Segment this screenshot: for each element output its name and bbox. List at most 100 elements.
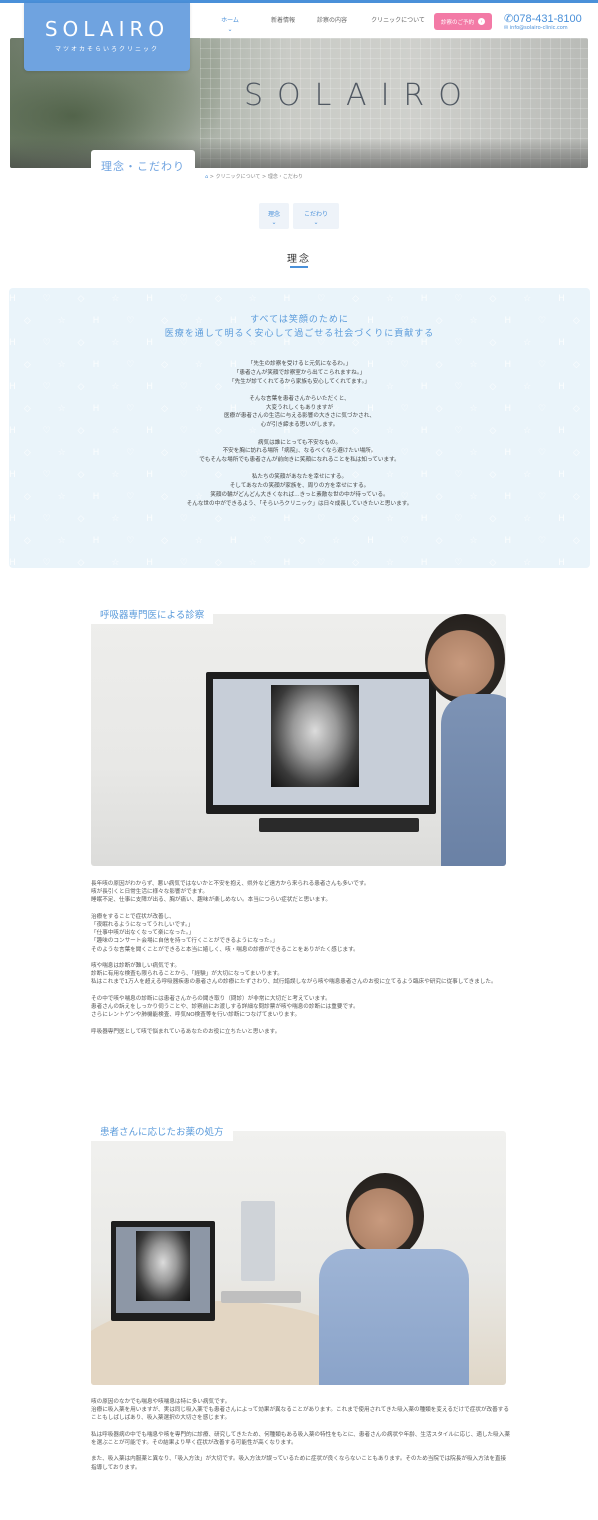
chevron-down-icon: ⌄ [271,219,277,226]
site-logo[interactable]: SOLAIRO マツオカそらいろクリニック [24,3,190,71]
hero-window-lettering: SOLAIRO [244,78,476,113]
text-line: そんな言葉を患者さんからいただくと、 [249,395,350,402]
text-line: 診断に有用な検査も限られることから、「経験」が大切になってまいります。 [91,971,283,978]
nav-item-about[interactable]: クリニックについて [366,15,430,33]
phone-icon: ✆ [504,13,514,25]
keyboard [259,818,419,832]
text-line: 大変うれしくもありますが [265,404,334,411]
doctor-head [425,614,505,704]
reserve-label: 診察のご予約 [440,19,474,26]
philosophy-heading-line: 医療を通して明るく安心して過ごせる社会づくりに貢献する [164,329,435,339]
main-nav: ホーム ⌄ 新着情報 診察の内容 クリニックについて [216,15,430,33]
text-line: 咳が長引くと日常生活に様々な影響がでます。 [91,889,208,896]
logo-subtitle: マツオカそらいろクリニック [54,46,159,53]
tab-label: 理念 [267,211,280,218]
text-line: 呼吸器専門医として咳で悩まれているあなたのお役に立ちたいと思います。 [91,1028,281,1035]
text-line: 医療が患者さんの生活に与える影響の大きさに気づかされ、 [224,413,375,420]
pc-tower [241,1201,275,1281]
text-line: 不安を胸に訪れる場所「病院」、なるべくなら避けたい場所。 [222,448,377,455]
text-line: 治療に吸入薬を用いますが、実は同じ吸入薬でも患者さんによって効果が異なることがあ… [91,1407,509,1422]
doctor-body [441,694,506,866]
breadcrumb-sep: > [262,174,267,180]
logo-text: SOLAIRO [44,17,170,41]
section-underline [290,266,308,268]
text-line: 心が引き締まる思いがします。 [260,422,339,429]
email-text: info@solairo-clinic.com [509,25,568,31]
feature1-text: 長年咳の原因がわからず、悪い病気ではないかと不安を抱え、県外など遠方から来られる… [91,880,511,1044]
paragraph: 呼吸器専門医として咳で悩まれているあなたのお役に立ちたいと思います。 [91,1028,511,1036]
text-line: 私はこれまで1万人を超える呼吸器疾患の患者さんの診療にたずさわり、試行錯誤しなが… [91,979,497,986]
phone-text: 078-431-8100 [513,13,582,25]
text-line: そのような言葉を聞くことができると本当に嬉しく、咳・喘息の診療ができることをあり… [91,946,359,953]
monitor-screen [213,679,429,805]
section-title: 理念 [287,254,311,265]
nav-item-services[interactable]: 診察の内容 [312,15,352,33]
nav-item-home[interactable]: ホーム ⌄ [216,15,244,33]
chevron-down-icon: ⌄ [227,26,233,33]
breadcrumb-sep: > [209,174,214,180]
text-line: 「患者さんが笑顔で診察室から出てこられますね。」 [233,369,366,376]
text-line: 「先生が診てくれてるから家族も安心してくれてます。」 [229,378,370,385]
philosophy-heading-line: すべては笑顔のために [250,315,349,325]
paragraph: その中で咳や喘息の診断には患者さんからの聞き取り（問診）が非常に大切だと考えてい… [91,995,511,1020]
text-line: その中で咳や喘息の診断には患者さんからの聞き取り（問診）が非常に大切だと考えてい… [91,995,331,1002]
paragraph: 咳の原因のなかでも喘息や咳喘息は特に多い病気です。 治療に吸入薬を用いますが、実… [91,1398,511,1423]
monitor [111,1221,215,1321]
text-line: 長年咳の原因がわからず、悪い病気ではないかと不安を抱え、県外など遠方から来られる… [91,881,370,887]
philosophy-body: 「先生の診察を受けると元気になるわ。」 「患者さんが笑顔で診察室から出てこられま… [9,360,590,517]
text-line: 私たちの笑顔があなたを幸せにする。 [251,474,348,481]
nav-item-news[interactable]: 新着情報 [260,15,306,33]
philosophy-paragraph: 「先生の診察を受けると元気になるわ。」 「患者さんが笑顔で診察室から出てこられま… [9,360,590,386]
feature-title-respiratory: 呼吸器専門医による診察 [91,604,214,624]
text-line: でもそんな場所でも患者さんが前向きに笑顔になれることを私は知っています。 [199,457,400,464]
paragraph: また、吸入薬は内服薬と異なり、「吸入方法」が大切です。吸入方法が誤っているために… [91,1455,511,1471]
text-line: 咳の原因のなかでも喘息や咳喘息は特に多い病気です。 [91,1399,231,1405]
text-line: 「趣味のコンサート会場に自信を持って行くことができるようになった。」 [91,938,278,945]
nav-label: 診察の内容 [316,17,347,24]
nav-label: 新着情報 [270,17,295,24]
paragraph: 私は呼吸器病の中でも喘息や咳を専門的に診療、研究してきたため、何種類もある吸入薬… [91,1431,511,1447]
text-line: 笑顔の輪がどんどん大きくなれば…きっと素敵な世の中が待っている。 [210,492,389,499]
xray-image [136,1231,190,1301]
philosophy-paragraph: そんな言葉を患者さんからいただくと、 大変うれしくもありますが 医療が患者さんの… [9,395,590,430]
text-line: 私は呼吸器病の中でも喘息や咳を専門的に診療、研究してきたため、何種類もある吸入薬… [91,1431,510,1446]
text-line: また、吸入薬は内服薬と異なり、「吸入方法」が大切です。吸入方法が誤っているために… [91,1456,507,1471]
text-line: そしてあなたの笑顔が家族を、周りの方を幸せにする。 [229,483,370,490]
philosophy-paragraph: 私たちの笑顔があなたを幸せにする。 そしてあなたの笑顔が家族を、周りの方を幸せに… [9,473,590,508]
monitor [206,672,436,814]
breadcrumb-current: 理念・こだわり [267,174,303,180]
philosophy-heading: すべては笑顔のために 医療を通して明るく安心して過ごせる社会づくりに貢献する [9,313,590,341]
chevron-down-icon: ⌄ [313,219,319,226]
email-address[interactable]: ✉ info@solairo-clinic.com [504,25,568,31]
site-header: SOLAIRO マツオカそらいろクリニック ホーム ⌄ 新着情報 診察の内容 ク… [0,3,598,71]
text-line: 「夜眠れるようになってうれしいです。」 [91,922,194,928]
text-line: 「先生の診察を受けると元気になるわ。」 [247,361,352,367]
text-line: 「仕事中咳が出なくなって楽になった。」 [91,930,195,937]
philosophy-panel: H ♡ ◇ ☆ H ♡ ◇ ☆ H ♡ ◇ ☆ H ♡ ◇ ☆ H ♡ ◇ ☆ … [9,288,590,568]
paragraph: 治療をすることで症状が改善し、 「夜眠れるようになってうれしいです。」 「仕事中… [91,913,511,954]
paragraph: 長年咳の原因がわからず、悪い病気ではないかと不安を抱え、県外など遠方から来られる… [91,880,511,905]
page-title: 理念・こだわり [91,150,195,182]
text-line: 患者さんの訴えをしっかり伺うことや、診察前にお渡しする詳細な問診票が咳や喘息の診… [91,1004,359,1010]
phone-number[interactable]: ✆078-431-8100 [504,12,582,25]
text-line: さらにレントゲンや肺機能検査、呼気NO検査等を行い診断につなげてまいります。 [91,1012,301,1019]
tab-commitment[interactable]: こだわり ⌄ [293,203,339,229]
text-line: 治療をすることで症状が改善し、 [91,913,175,920]
doctor-head [346,1173,424,1259]
nav-label: ホーム [221,17,239,24]
tab-label: こだわり [303,211,328,218]
keyboard [221,1291,301,1303]
home-icon[interactable]: ⌂ [205,174,208,180]
tab-philosophy[interactable]: 理念 ⌄ [259,203,289,229]
text-line: 病気は誰にとっても不安なもの。 [257,439,342,446]
monitor-screen [116,1227,210,1313]
reserve-button[interactable]: 診察のご予約 › [434,13,492,30]
breadcrumb-parent[interactable]: クリニックについて [216,174,261,180]
feature-title-prescription: 患者さんに応じたお薬の処方 [91,1121,233,1141]
xray-image [271,685,359,787]
paragraph: 咳や喘息は診断が難しい病気です。 診断に有用な検査も限られることから、「経験」が… [91,962,511,987]
doctor-xray-photo [91,614,506,866]
nav-label: クリニックについて [371,17,425,24]
breadcrumb: ⌂ > クリニックについて > 理念・こだわり [205,173,303,180]
text-line: 咳や喘息は診断が難しい病気です。 [91,963,180,969]
